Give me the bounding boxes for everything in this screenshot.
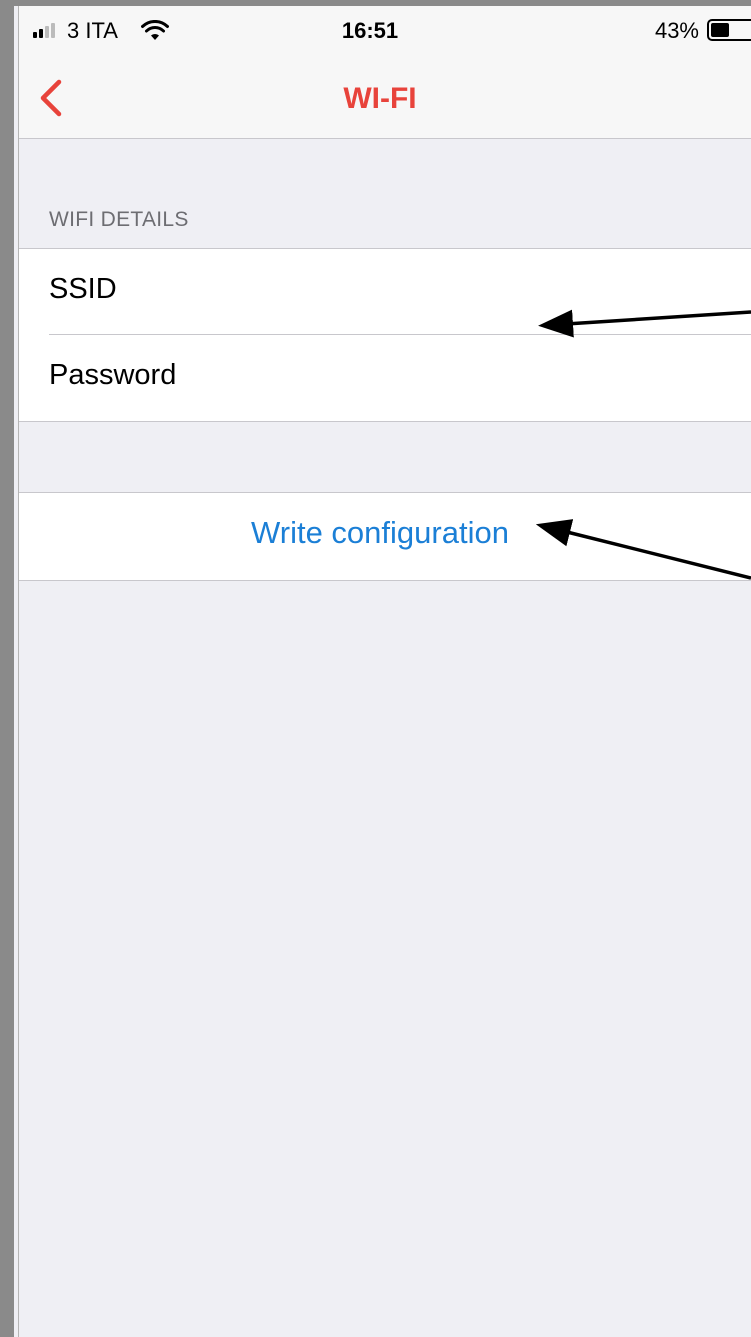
top-bar: 3 ITA 16:51 43% WI-FI	[19, 6, 751, 139]
password-label: Password	[49, 359, 177, 391]
action-group: Write configuration	[19, 492, 751, 581]
status-time: 16:51	[341, 18, 399, 43]
password-row[interactable]: Password	[19, 335, 751, 421]
phone-screen: 3 ITA 16:51 43% WI-FI WIFI DETAILS SSID …	[0, 0, 751, 1337]
app-view: 3 ITA 16:51 43% WI-FI WIFI DETAILS SSID …	[18, 6, 751, 1337]
ssid-row[interactable]: SSID	[19, 249, 751, 335]
wifi-details-group: SSID Password	[19, 248, 751, 422]
section-header: WIFI DETAILS	[49, 208, 189, 231]
navigation-bar: WI-FI	[19, 66, 751, 138]
battery-icon	[707, 19, 751, 41]
battery-percent: 43%	[654, 18, 699, 43]
page-title: WI-FI	[343, 82, 417, 115]
ssid-label: SSID	[49, 273, 117, 305]
write-configuration-button[interactable]: Write configuration	[19, 515, 751, 551]
status-bar: 3 ITA 16:51 43%	[19, 6, 751, 54]
battery-fill	[711, 23, 729, 37]
